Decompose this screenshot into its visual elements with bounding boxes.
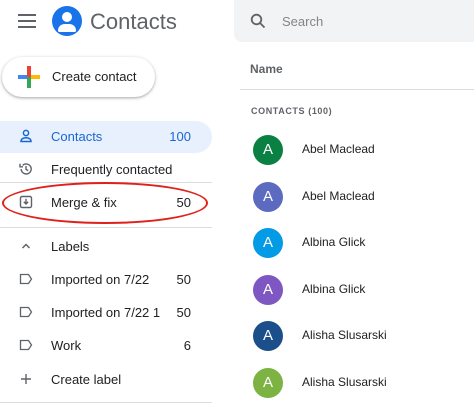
plus-icon [18,372,34,388]
sidebar-item-count: 6 [183,338,191,353]
labels-header-label: Labels [51,239,90,254]
avatar: A [253,135,283,165]
sidebar-item-count: 50 [176,272,191,287]
avatar: A [253,367,283,398]
sidebar-item-label: Merge & fix [51,195,117,210]
contact-name: Abel Maclead [302,188,375,203]
chevron-up-icon [18,239,34,255]
contact-row[interactable]: A Abel Maclead [240,127,474,173]
search-bar [234,0,474,42]
sidebar-item-label: Work [51,338,82,353]
create-label-button[interactable]: Create label [0,364,212,396]
avatar: A [253,274,283,305]
name-column-header[interactable]: Name [250,62,283,76]
sidebar-item-contacts[interactable]: Contacts 100 [0,121,212,153]
contact-name: Alisha Slusarski [302,328,387,342]
menu-icon[interactable] [18,14,36,28]
sidebar-item-label-imported-722[interactable]: Imported on 7/22 50 [0,264,212,296]
avatar: A [253,181,283,212]
contacts-logo-icon [52,6,82,36]
plus-icon [18,66,40,88]
sidebar-item-label: Contacts [51,129,103,144]
sidebar-item-label: Frequently contacted [51,162,173,177]
sidebar-item-merge-fix[interactable]: Merge & fix 50 [0,187,212,219]
avatar: A [253,228,283,258]
contacts-section-label: CONTACTS (100) [251,106,333,116]
contact-row[interactable]: A Abel Maclead [240,174,474,220]
contact-row[interactable]: A Alisha Slusarski [240,360,474,405]
divider [240,89,474,90]
sidebar-item-count: 50 [176,305,191,320]
create-contact-button[interactable]: Create contact [2,57,155,97]
person-icon [18,129,34,145]
create-label-label: Create label [51,372,122,387]
sidebar-item-label: Imported on 7/22 1 [51,305,161,320]
search-icon[interactable] [250,13,266,29]
sidebar: Contacts Create contact Contacts 100 Fre… [0,0,214,405]
contact-name: Albina Glick [302,281,366,296]
contact-row[interactable]: A Alisha Slusarski [240,313,474,359]
contact-row[interactable]: A Albina Glick [240,267,474,313]
create-contact-label: Create contact [52,69,137,84]
history-icon [18,162,34,178]
contact-row[interactable]: A Albina Glick [240,220,474,266]
sidebar-item-label-imported-722-1[interactable]: Imported on 7/22 1 50 [0,297,212,329]
contact-name: Abel Maclead [302,142,375,156]
sidebar-item-label: Imported on 7/22 [51,272,150,287]
contact-name: Alisha Slusarski [302,374,387,389]
label-icon [18,272,34,288]
sidebar-item-label-work[interactable]: Work 6 [0,330,212,362]
divider [0,182,212,183]
divider [0,402,212,403]
app-title: Contacts [90,9,177,34]
sidebar-item-count: 50 [176,195,191,210]
merge-icon [18,195,34,211]
label-icon [18,305,34,321]
divider [0,227,212,228]
avatar: A [253,321,283,351]
label-icon [18,338,34,354]
contact-name: Albina Glick [302,235,366,249]
search-input[interactable] [282,11,462,31]
sidebar-item-count: 100 [169,129,191,144]
app-header: Contacts [0,0,214,46]
labels-header[interactable]: Labels [0,231,212,263]
